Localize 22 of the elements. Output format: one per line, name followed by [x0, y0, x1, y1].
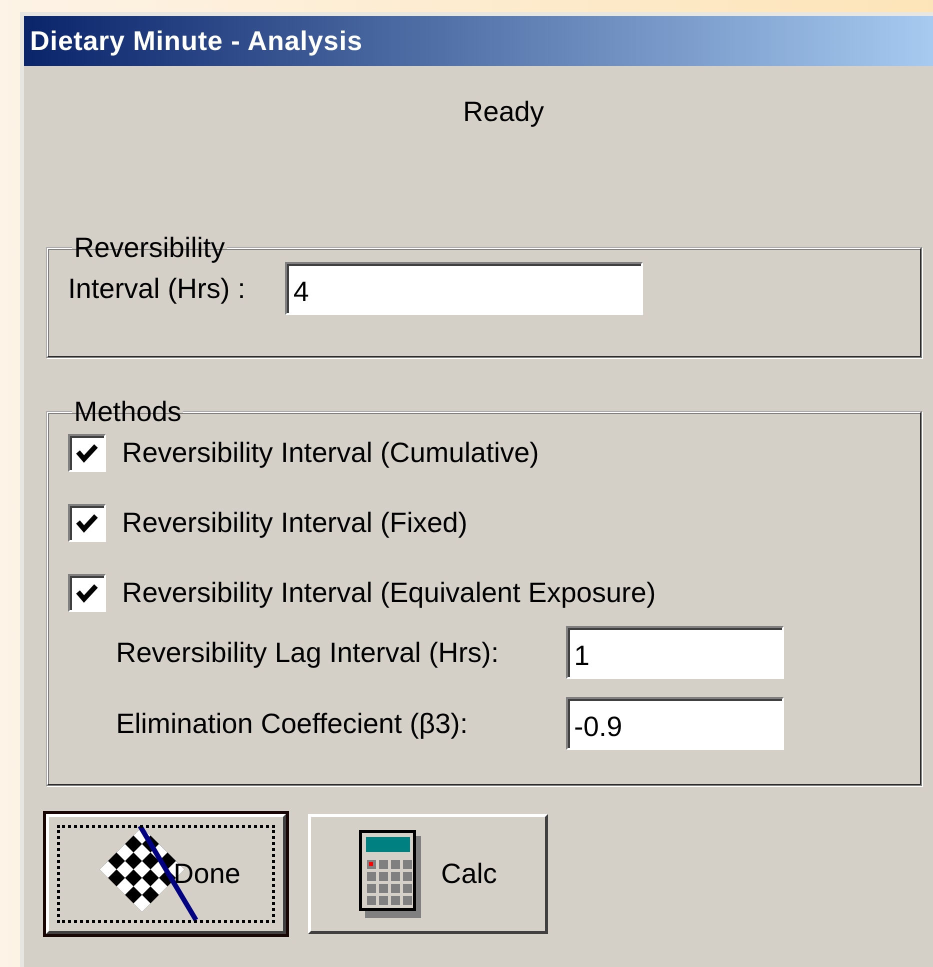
interval-field[interactable]: 4: [285, 262, 644, 315]
calc-button[interactable]: Calc: [308, 814, 548, 934]
group-title: Methods: [73, 396, 182, 428]
done-button[interactable]: Done: [46, 814, 286, 934]
group-title: Reversibility: [73, 232, 226, 264]
value-field[interactable]: -0.9: [566, 697, 784, 750]
status-text: Ready: [462, 96, 544, 128]
field-label: Reversibility Lag Interval (Hrs):: [116, 636, 500, 668]
checkbox-label: Reversibility Interval (Equivalent Exposure): [122, 577, 656, 609]
check-icon: [76, 443, 98, 463]
calculator-icon: [358, 830, 421, 918]
field-label: Interval (Hrs) :: [68, 272, 246, 304]
checkbox-label: Reversibility Interval (Cumulative): [122, 437, 540, 469]
checkbox[interactable]: [68, 434, 106, 472]
check-icon: [76, 513, 98, 533]
value-field[interactable]: 1: [566, 626, 784, 679]
check-icon: [76, 583, 98, 603]
checkbox[interactable]: [68, 504, 106, 542]
checkbox[interactable]: [68, 574, 106, 612]
window-title: Dietary Minute - Analysis: [24, 16, 933, 66]
checkbox-label: Reversibility Interval (Fixed): [122, 507, 468, 539]
field-label: Elimination Coeffecient (β3):: [116, 708, 469, 740]
